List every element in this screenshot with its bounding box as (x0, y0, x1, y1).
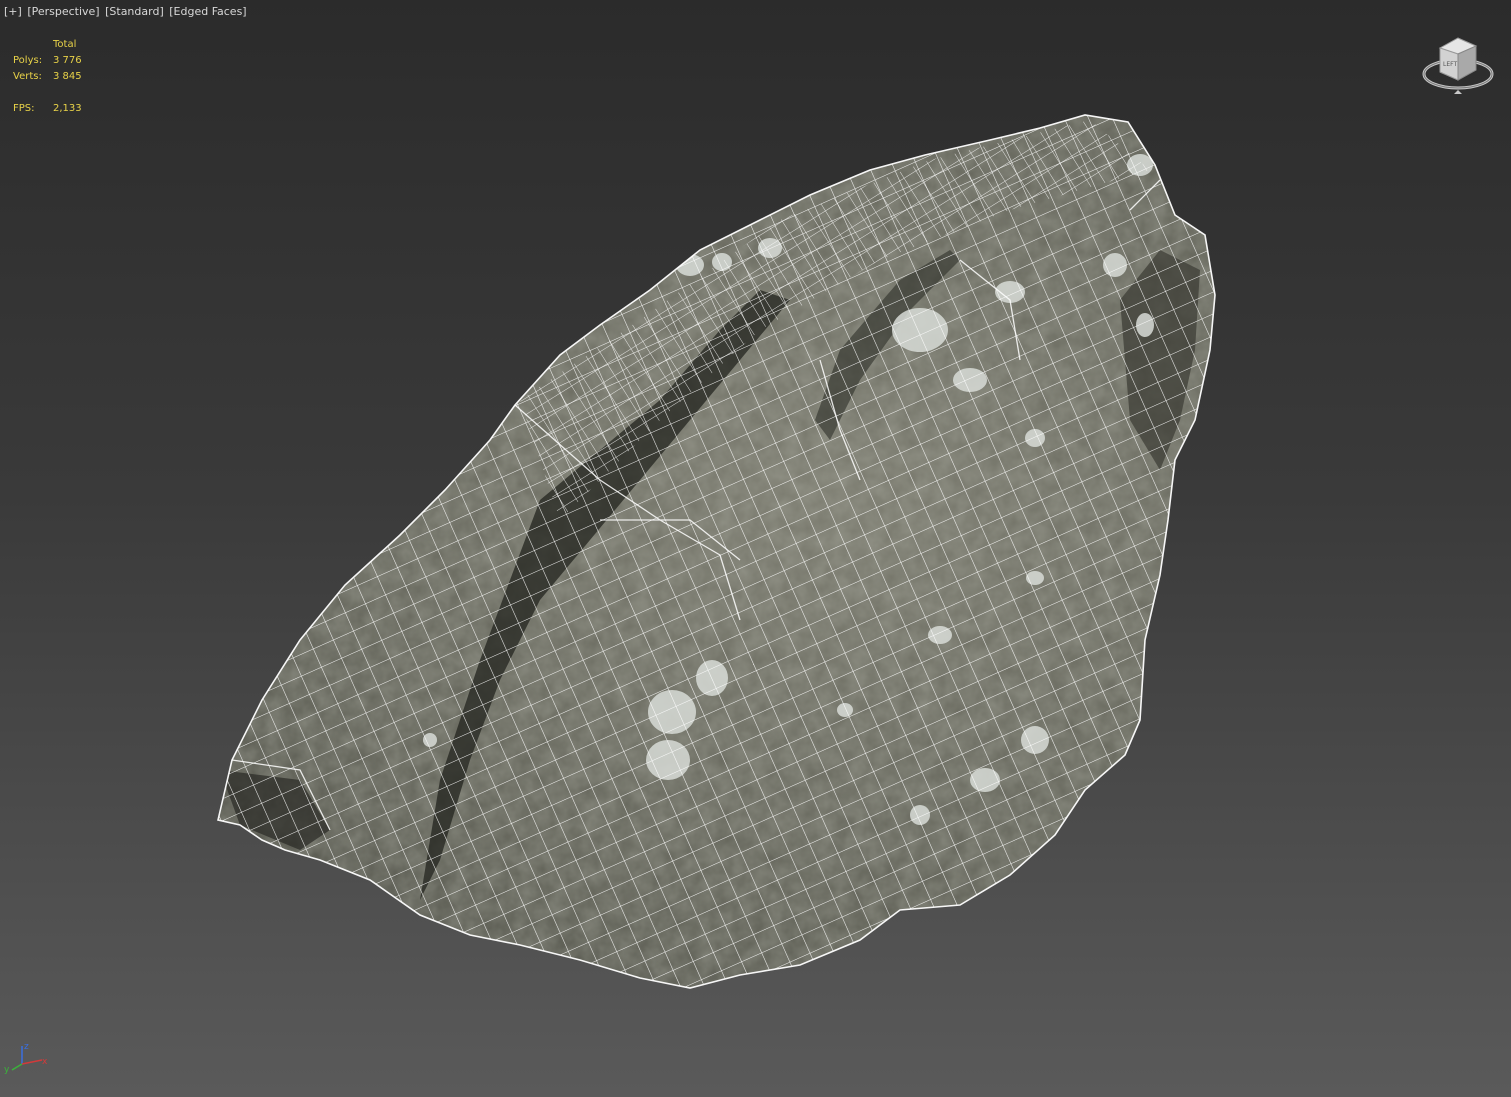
rock-mesh[interactable] (0, 0, 1511, 1097)
viewcube[interactable]: LEFT (1418, 30, 1498, 96)
axis-z-label: z (24, 1042, 29, 1052)
3d-viewport[interactable]: [+] [Perspective] [Standard] [Edged Face… (0, 0, 1511, 1097)
axis-tripod: z x y (2, 1040, 50, 1076)
viewcube-face-label: LEFT (1443, 61, 1457, 68)
rock-surface (218, 115, 1215, 988)
axis-tripod-icon: z x y (4, 1042, 48, 1075)
axis-y-label: y (4, 1065, 10, 1075)
viewcube-icon[interactable]: LEFT (1418, 30, 1498, 96)
axis-x-label: x (42, 1057, 48, 1067)
